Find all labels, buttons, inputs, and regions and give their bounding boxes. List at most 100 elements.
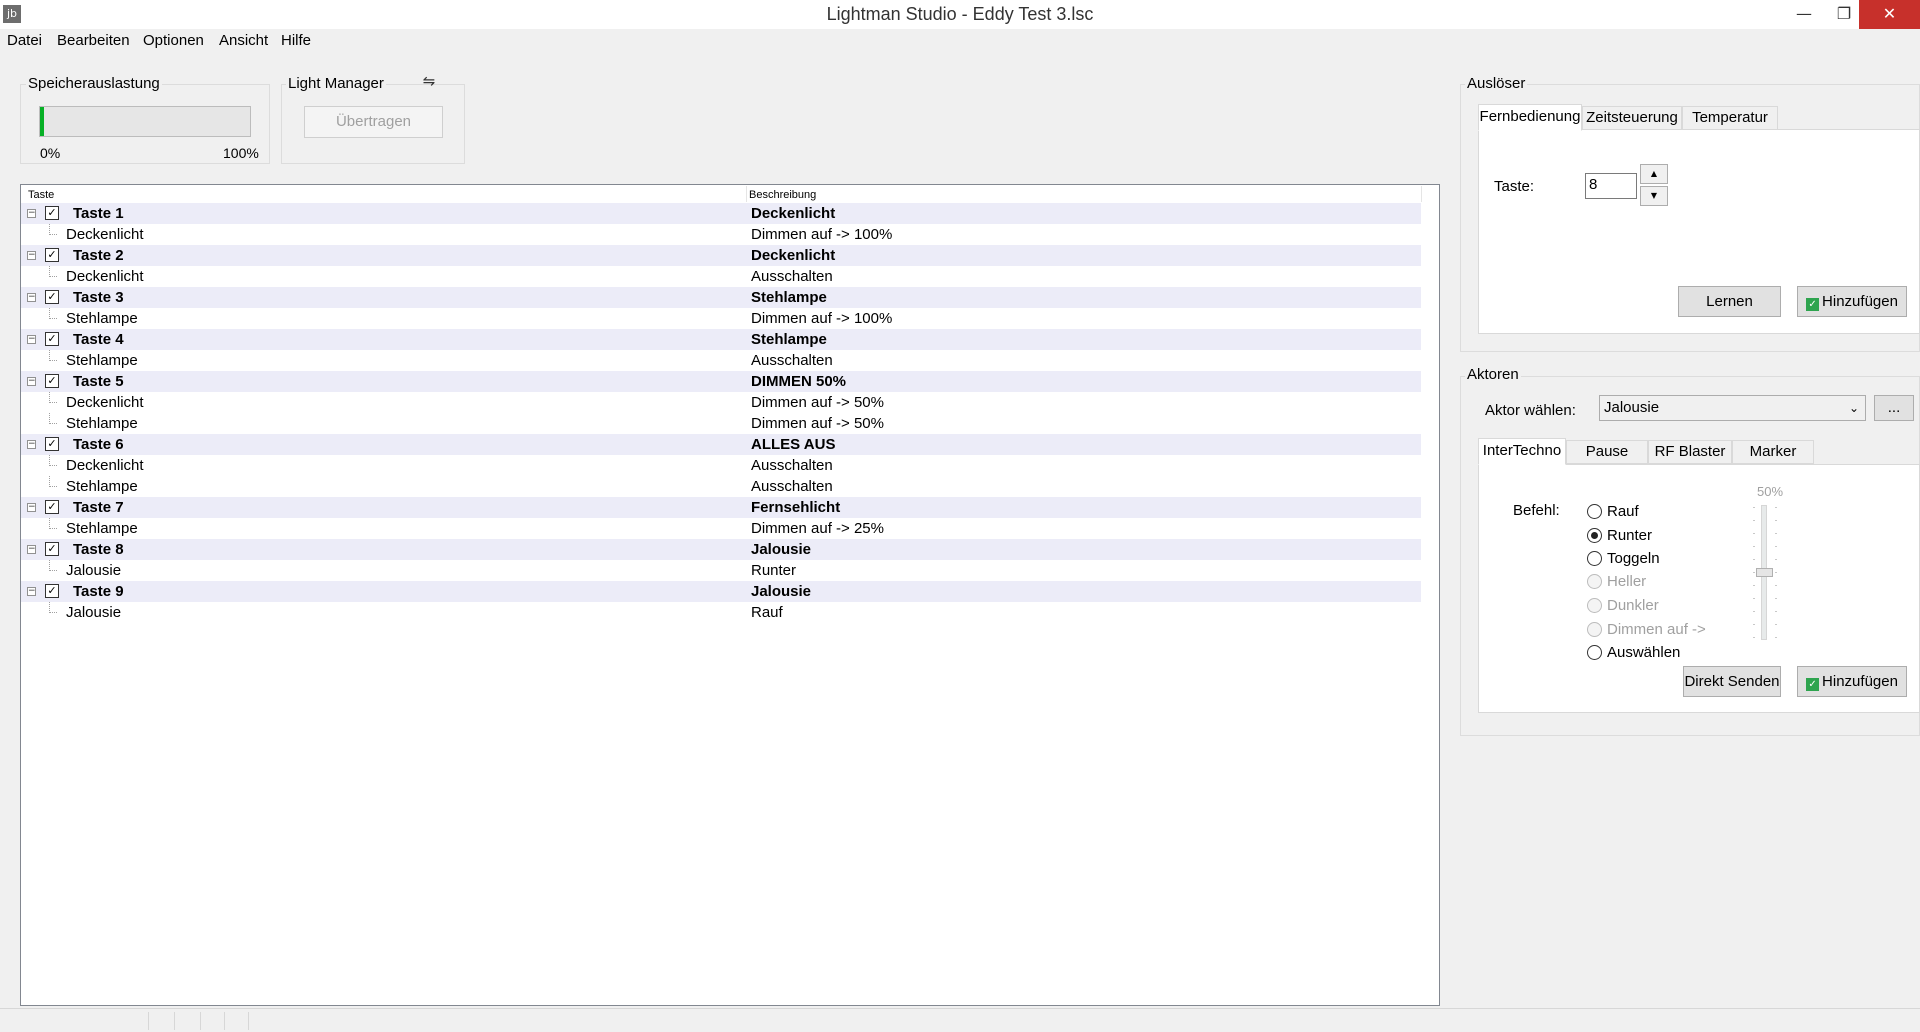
tree-connector [49,392,57,403]
row-checkbox[interactable]: ✓ [45,374,59,388]
row-checkbox[interactable]: ✓ [45,332,59,346]
tree-row-action[interactable]: Jalousie Runter [21,560,1421,581]
menu-hilfe[interactable]: Hilfe [281,32,311,49]
tree-connector [49,476,57,487]
tree-row-key[interactable]: − ✓ Taste 5 DIMMEN 50% [21,371,1421,392]
row-description: DIMMEN 50% [751,373,847,390]
radio-button[interactable] [1587,504,1602,519]
row-checkbox[interactable]: ✓ [45,542,59,556]
slider-tick [1753,624,1755,625]
key-spin-down-button[interactable]: ▼ [1640,186,1668,206]
direct-send-button[interactable]: Direkt Senden [1683,666,1781,697]
tab-temperatur[interactable]: Temperatur [1682,106,1778,130]
row-name: Deckenlicht [66,394,144,411]
row-checkbox[interactable]: ✓ [45,290,59,304]
collapse-icon[interactable]: − [27,293,36,302]
status-separator [174,1012,175,1030]
actors-group-title: Aktoren [1465,366,1521,383]
tree-row-action[interactable]: Deckenlicht Dimmen auf -> 50% [21,392,1421,413]
slider-tick [1753,520,1755,521]
tree-connector [49,455,57,466]
column-header-beschreibung[interactable]: Beschreibung [749,189,816,201]
tree-row-action[interactable]: Stehlampe Ausschalten [21,476,1421,497]
row-checkbox[interactable]: ✓ [45,206,59,220]
slider-tick [1775,572,1777,573]
key-tree-list[interactable]: Taste Beschreibung − ✓ Taste 1 Deckenlicht D… [20,184,1440,1006]
transfer-button[interactable]: Übertragen [304,106,443,138]
tree-row-key[interactable]: − ✓ Taste 8 Jalousie [21,539,1421,560]
tree-row-action[interactable]: Deckenlicht Dimmen auf -> 100% [21,224,1421,245]
radio-label: Rauf [1607,503,1639,520]
tab-fernbedienung[interactable]: Fernbedienung [1478,104,1582,131]
tab-zeitsteuerung[interactable]: Zeitsteuerung [1582,106,1682,130]
key-number-input[interactable]: 8 [1585,173,1637,199]
trigger-add-button[interactable]: ✓ Hinzufügen [1797,286,1907,317]
tab-marker[interactable]: Marker [1732,440,1814,464]
row-name: Taste 3 [73,289,124,306]
tree-row-action[interactable]: Stehlampe Dimmen auf -> 25% [21,518,1421,539]
column-separator[interactable] [1421,186,1422,202]
row-name: Deckenlicht [66,457,144,474]
tree-connector [49,266,57,277]
tab-rf-blaster[interactable]: RF Blaster [1648,440,1732,464]
tree-row-action[interactable]: Stehlampe Dimmen auf -> 100% [21,308,1421,329]
row-checkbox[interactable]: ✓ [45,437,59,451]
tree-row-action[interactable]: Stehlampe Dimmen auf -> 50% [21,413,1421,434]
tree-row-action[interactable]: Stehlampe Ausschalten [21,350,1421,371]
slider-tick [1775,637,1777,638]
column-separator[interactable] [746,186,747,202]
tree-row-key[interactable]: − ✓ Taste 9 Jalousie [21,581,1421,602]
radio-button [1587,598,1602,613]
collapse-icon[interactable]: − [27,503,36,512]
tree-row-key[interactable]: − ✓ Taste 1 Deckenlicht [21,203,1421,224]
tree-row-key[interactable]: − ✓ Taste 3 Stehlampe [21,287,1421,308]
row-checkbox[interactable]: ✓ [45,584,59,598]
collapse-icon[interactable]: − [27,335,36,344]
tree-row-key[interactable]: − ✓ Taste 2 Deckenlicht [21,245,1421,266]
tree-row-action[interactable]: Deckenlicht Ausschalten [21,455,1421,476]
radio-label: Auswählen [1607,644,1681,661]
tree-row-key[interactable]: − ✓ Taste 6 ALLES AUS [21,434,1421,455]
collapse-icon[interactable]: − [27,209,36,218]
tree-row-action[interactable]: Jalousie Rauf [21,602,1421,623]
actor-select[interactable]: Jalousie ⌄ [1599,395,1866,421]
row-checkbox[interactable]: ✓ [45,500,59,514]
row-checkbox[interactable]: ✓ [45,248,59,262]
menu-bearbeiten[interactable]: Bearbeiten [57,32,130,49]
column-header-taste[interactable]: Taste [28,189,54,201]
menu-optionen[interactable]: Optionen [143,32,204,49]
actor-add-button[interactable]: ✓ Hinzufügen [1797,666,1907,697]
radio-button[interactable] [1587,645,1602,660]
actor-select-label: Aktor wählen: [1485,402,1576,419]
row-name: Stehlampe [66,310,138,327]
tree-row-key[interactable]: − ✓ Taste 7 Fernsehlicht [21,497,1421,518]
radio-button[interactable] [1587,551,1602,566]
row-name: Stehlampe [66,520,138,537]
tab-pause[interactable]: Pause [1566,440,1648,464]
close-button[interactable]: ✕ [1859,0,1920,29]
slider-tick [1753,559,1755,560]
tab-intertechno[interactable]: InterTechno [1478,438,1566,465]
row-name: Jalousie [66,562,122,579]
tree-row-action[interactable]: Deckenlicht Ausschalten [21,266,1421,287]
collapse-icon[interactable]: − [27,377,36,386]
slider-tick [1753,585,1755,586]
actor-browse-button[interactable]: ... [1874,395,1914,421]
collapse-icon[interactable]: − [27,440,36,449]
radio-button[interactable] [1587,528,1602,543]
slider-tick [1775,507,1777,508]
tree-connector [49,413,57,424]
learn-button[interactable]: Lernen [1678,286,1781,317]
dim-slider-thumb[interactable] [1756,568,1773,577]
menu-datei[interactable]: Datei [7,32,42,49]
slider-tick [1753,533,1755,534]
tree-row-key[interactable]: − ✓ Taste 4 Stehlampe [21,329,1421,350]
menu-ansicht[interactable]: Ansicht [219,32,268,49]
collapse-icon[interactable]: − [27,545,36,554]
key-spin-up-button[interactable]: ▲ [1640,164,1668,184]
collapse-icon[interactable]: − [27,587,36,596]
tree-connector [49,350,57,361]
radio-label: Runter [1607,527,1653,544]
collapse-icon[interactable]: − [27,251,36,260]
memory-progress-bar [39,106,251,137]
